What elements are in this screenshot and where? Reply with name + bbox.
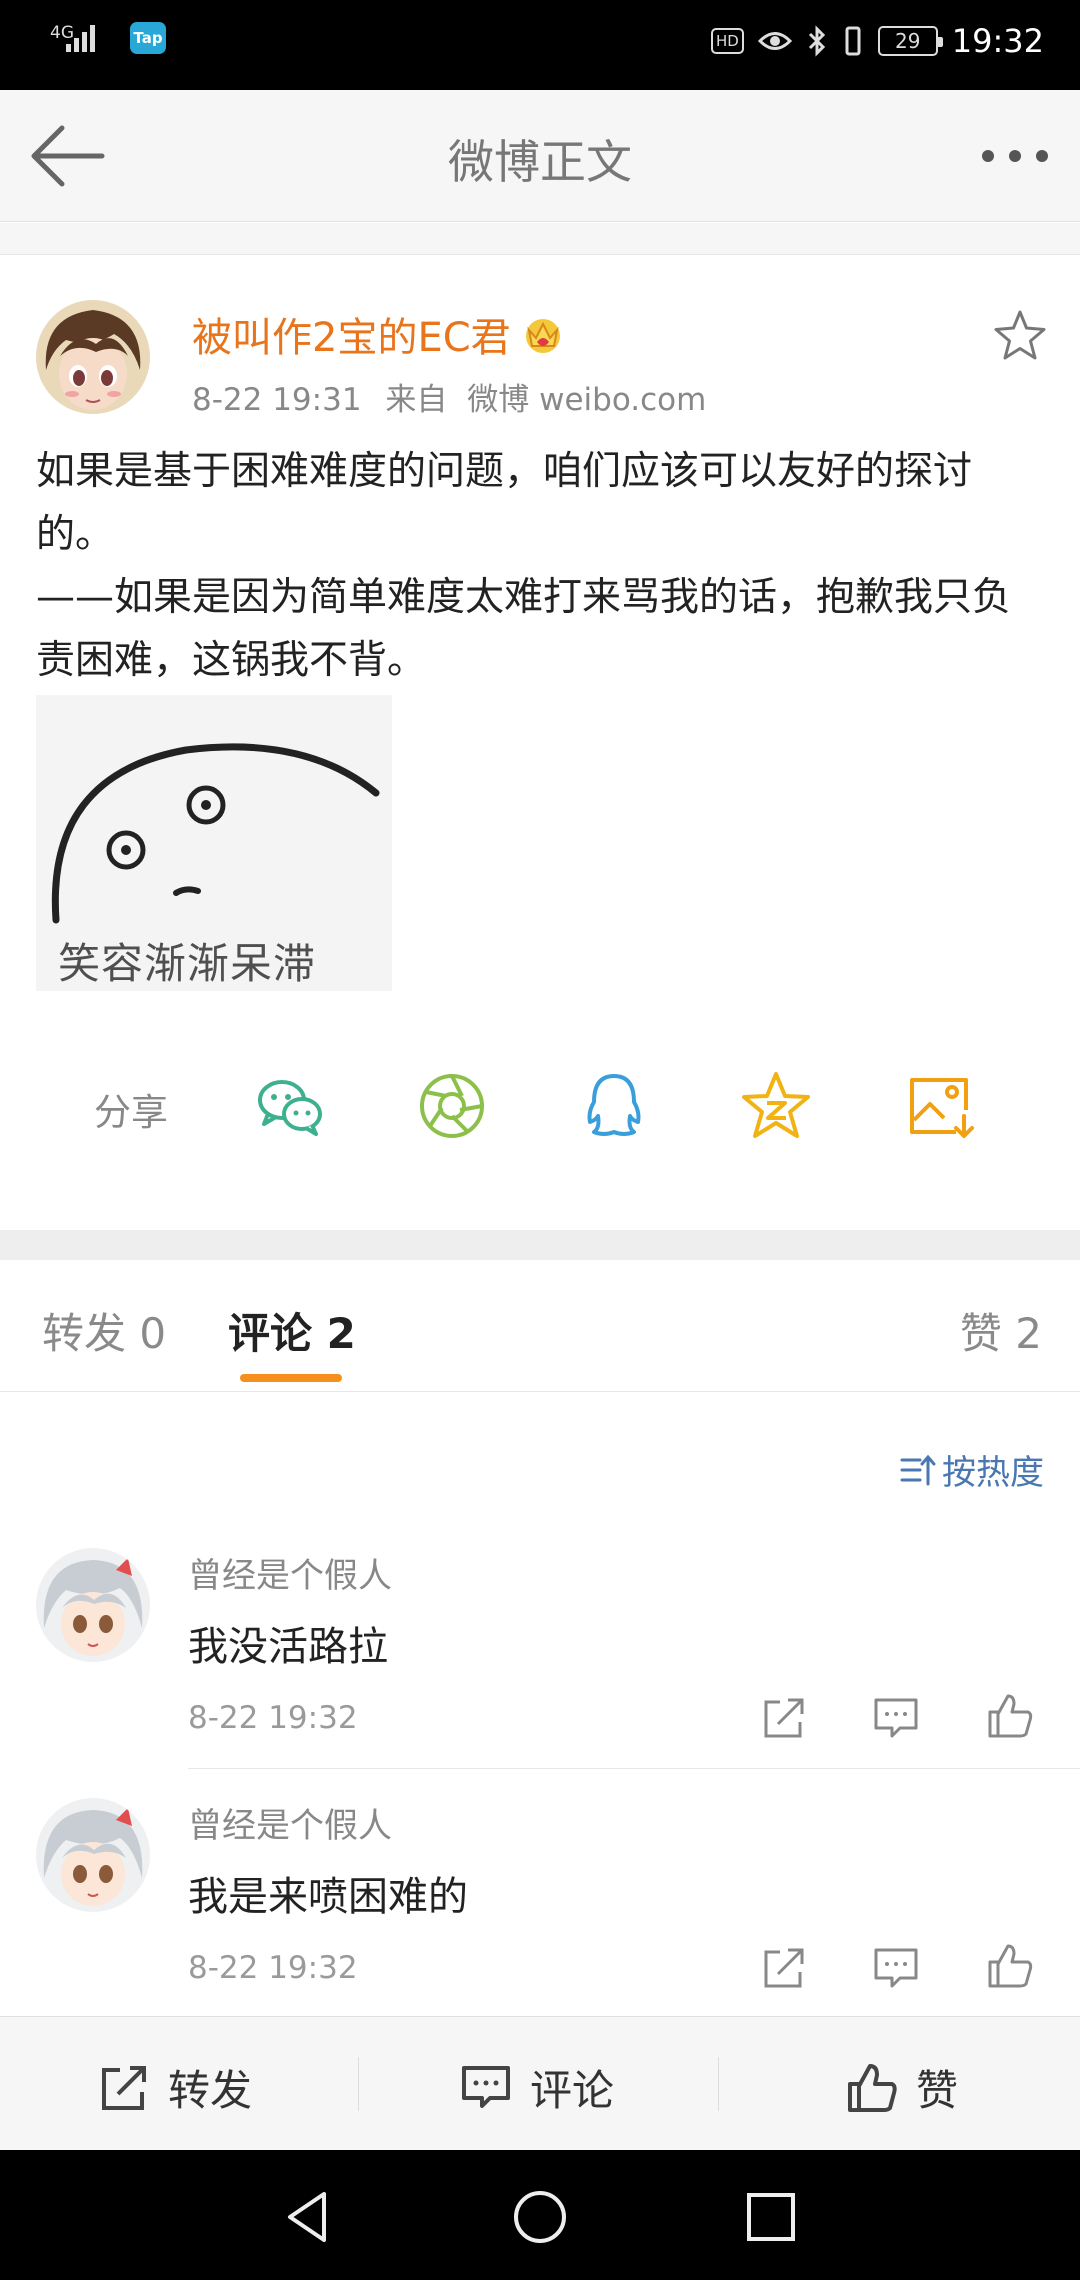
comment-icon: [462, 2065, 510, 2108]
nav-recents-square-icon[interactable]: [742, 2188, 800, 2246]
comment-button[interactable]: 评论: [460, 2057, 614, 2118]
repost-button[interactable]: 转发: [98, 2057, 252, 2118]
save-image-icon[interactable]: [904, 1070, 976, 1142]
post-time: 8-22 19:31: [192, 382, 362, 418]
author-avatar[interactable]: [36, 300, 150, 414]
page-title: 微博正文: [448, 135, 632, 189]
comment-label: 评论: [530, 2066, 615, 2115]
repost-label: 转发: [168, 2066, 253, 2115]
post-line-2: ——如果是因为简单难度太难打来骂我的话，抱歉我只负责困难，这锅我不背。: [36, 575, 1012, 683]
like-icon: [848, 2063, 897, 2112]
network-type: 4G: [50, 22, 74, 43]
hd-badge: HD: [710, 28, 744, 54]
comment-like-icon[interactable]: [986, 1942, 1034, 1990]
comment-time: 8-22 19:32: [188, 1700, 358, 1736]
vibrate-icon: [845, 26, 861, 56]
comment-time: 8-22 19:32: [188, 1950, 358, 1986]
commenter-name[interactable]: 曾经是个假人: [188, 1548, 392, 1597]
post-source[interactable]: 微博 weibo.com: [467, 382, 706, 418]
comment-reply-icon[interactable]: [872, 1694, 920, 1742]
image-caption: 笑容渐渐呆滞: [58, 939, 317, 988]
post-meta: 8-22 19:31 来自 微博 weibo.com: [192, 374, 706, 419]
author-name-row[interactable]: 被叫作2宝的EC君: [192, 305, 565, 363]
post-line-1: 如果是基于困难难度的问题，咱们应该可以友好的探讨的。: [36, 449, 973, 557]
qq-icon[interactable]: [578, 1070, 650, 1142]
sort-label: 按热度: [942, 1453, 1044, 1493]
more-dots-icon[interactable]: [976, 134, 1054, 178]
header-divider: [0, 223, 1080, 255]
sort-by-hot-button[interactable]: 按热度: [900, 1445, 1044, 1494]
bottom-separator: [718, 2057, 719, 2111]
favorite-star-icon[interactable]: [992, 308, 1048, 364]
tab-like[interactable]: 赞 2: [960, 1300, 1042, 1361]
active-tab-indicator: [240, 1374, 342, 1382]
sort-icon: [900, 1454, 936, 1485]
nav-home-circle-icon[interactable]: [511, 2188, 569, 2246]
moments-icon[interactable]: [416, 1070, 488, 1142]
battery-level: 29: [895, 29, 921, 53]
status-time: 19:32: [951, 22, 1044, 60]
comment-like-icon[interactable]: [986, 1692, 1034, 1740]
commenter-avatar[interactable]: [36, 1548, 150, 1662]
feedback-tabs: 转发 0 评论 2 赞 2: [0, 1260, 1080, 1392]
repost-icon: [102, 2065, 146, 2110]
comment-text: 我没活路拉: [188, 1624, 388, 1670]
commenter-avatar[interactable]: [36, 1798, 150, 1912]
eye-icon: [757, 32, 792, 50]
like-button[interactable]: 赞: [846, 2057, 958, 2118]
comment-repost-icon[interactable]: [760, 1944, 808, 1992]
tab-comment[interactable]: 评论 2: [228, 1300, 356, 1361]
status-bar: 4G Tap HD 29 19:32: [0, 0, 1080, 90]
commenter-name[interactable]: 曾经是个假人: [188, 1798, 392, 1847]
wechat-icon[interactable]: [254, 1070, 326, 1142]
post-body: 如果是基于困难难度的问题，咱们应该可以友好的探讨的。 ——如果是因为简单难度太难…: [36, 440, 1046, 692]
bottom-separator: [358, 2057, 359, 2111]
author-name[interactable]: 被叫作2宝的EC君: [192, 305, 511, 363]
share-label: 分享: [94, 1091, 168, 1134]
share-row: 分享: [0, 1060, 1080, 1150]
post-source-prefix: 来自: [385, 382, 448, 418]
status-right: HD 29 19:32: [710, 22, 1044, 60]
bluetooth-icon: [808, 25, 825, 57]
post-image[interactable]: 笑容渐渐呆滞: [36, 695, 392, 991]
qzone-icon[interactable]: [740, 1070, 812, 1142]
vip-crown-icon: [525, 319, 560, 353]
comment-repost-icon[interactable]: [760, 1694, 808, 1742]
bottom-action-bar: 转发 评论 赞: [0, 2016, 1080, 2150]
comment-divider: [188, 1768, 1080, 1769]
tab-repost[interactable]: 转发 0: [42, 1300, 166, 1361]
comment-reply-icon[interactable]: [872, 1944, 920, 1992]
top-nav: 微博正文: [0, 90, 1080, 222]
tap-app-badge: Tap: [130, 22, 166, 54]
section-gap: [0, 1230, 1080, 1260]
nav-back-triangle-icon[interactable]: [280, 2188, 338, 2246]
status-left: 4G Tap: [44, 22, 166, 54]
android-nav-bar: [0, 2150, 1080, 2280]
battery-icon: 29: [877, 26, 943, 56]
like-label: 赞: [916, 2066, 959, 2115]
comment-text: 我是来喷困难的: [188, 1874, 468, 1920]
